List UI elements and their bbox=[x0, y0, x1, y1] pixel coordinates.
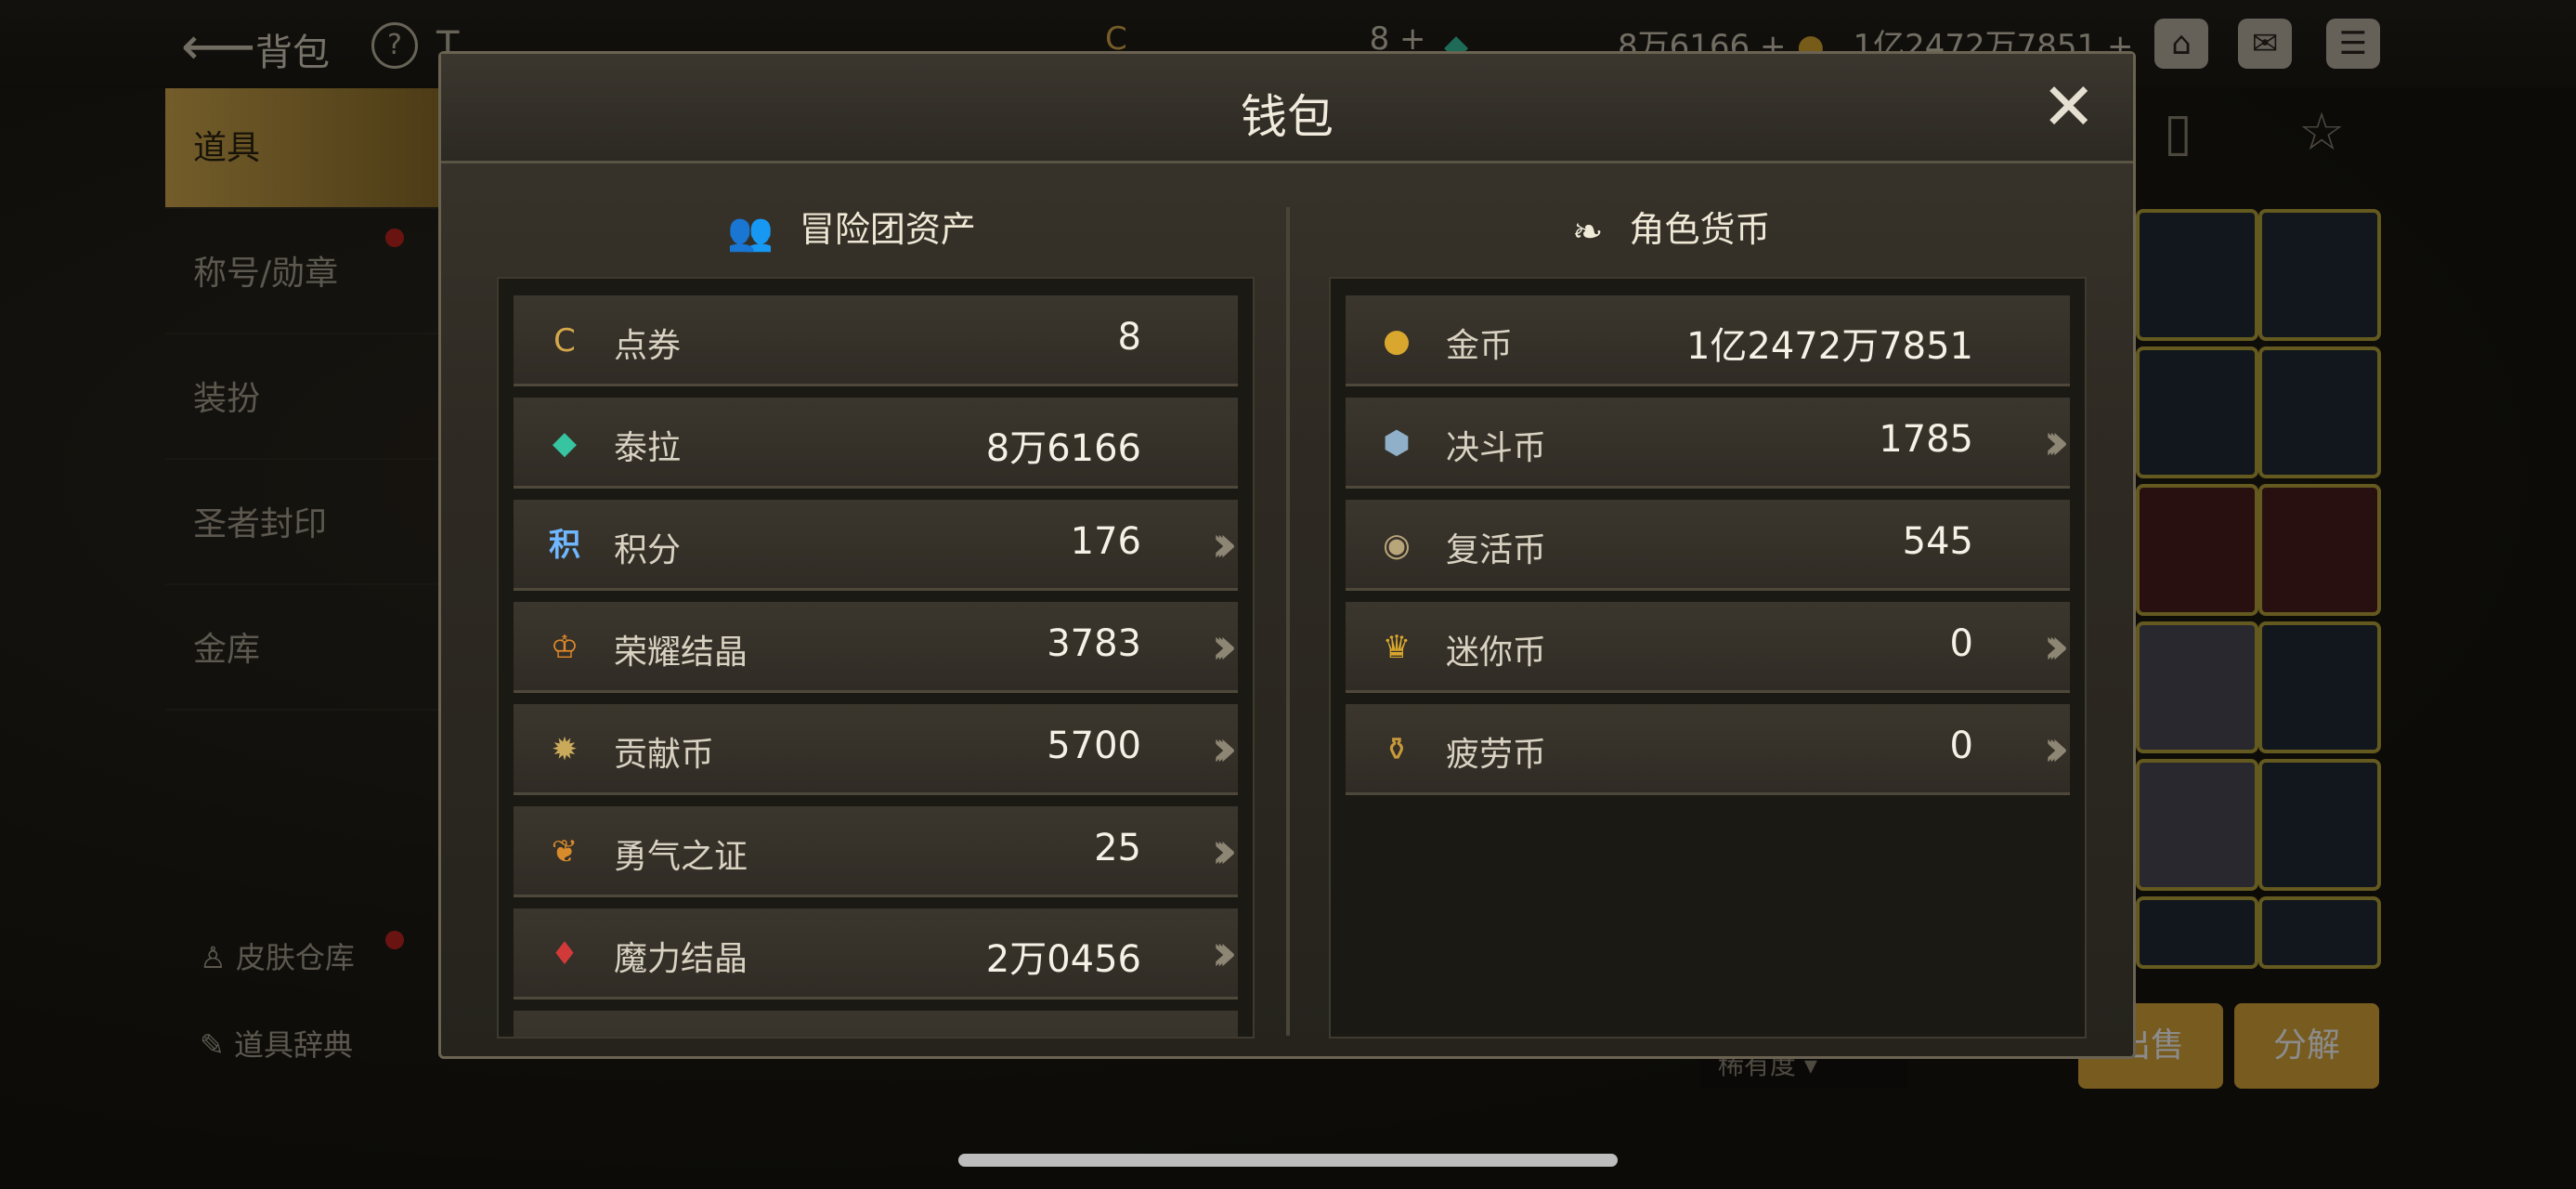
revive-coin-icon: ◉ bbox=[1383, 527, 1411, 564]
account-assets-list: C 点券 8 ◆ 泰拉 8万6166 积 积分 176 ››› ♔ 荣耀结晶 3… bbox=[497, 277, 1255, 1039]
character-currency-title: ❧ 角色货币 bbox=[1572, 201, 1771, 254]
list-item[interactable]: ♛ 迷你币 0 ››› bbox=[1346, 602, 2070, 693]
currency-label: 荣耀结晶 bbox=[614, 634, 748, 672]
currency-value: 3783 bbox=[1047, 622, 1141, 665]
chevron-right-icon[interactable]: ››› bbox=[2043, 719, 2069, 777]
list-item[interactable]: ♦ 魔力结晶 2万0456 ››› bbox=[514, 908, 1238, 1000]
currency-label: 疲劳币 bbox=[1446, 736, 1547, 774]
list-item[interactable] bbox=[514, 1011, 1238, 1037]
chevron-right-icon[interactable]: ››› bbox=[1211, 617, 1237, 675]
currency-value: 0 bbox=[1949, 725, 1973, 767]
list-item[interactable]: ⬢ 决斗币 1785 ››› bbox=[1346, 398, 2070, 489]
list-item[interactable]: C 点券 8 bbox=[514, 295, 1238, 386]
currency-label: 复活币 bbox=[1446, 531, 1547, 569]
chevron-right-icon[interactable]: ››› bbox=[2043, 617, 2069, 675]
currency-label: 点券 bbox=[614, 327, 682, 365]
contribution-coin-icon: ✹ bbox=[551, 731, 579, 768]
courage-proof-icon: ❦ bbox=[551, 833, 579, 870]
fatigue-coin-icon: ⚱ bbox=[1383, 731, 1411, 768]
chevron-right-icon[interactable]: ››› bbox=[2043, 412, 2069, 471]
wallet-modal: 钱包 ✕ 👥 冒险团资产 ❧ 角色货币 C 点券 8 ◆ 泰拉 8万6166 积 积… bbox=[438, 51, 2136, 1059]
currency-value: 1亿2472万7851 bbox=[1685, 325, 1973, 368]
chevron-right-icon[interactable]: ››› bbox=[1211, 923, 1237, 982]
currency-label: 决斗币 bbox=[1446, 429, 1547, 467]
magic-crystal-icon: ♦ bbox=[550, 935, 579, 973]
currency-label: 泰拉 bbox=[614, 429, 682, 467]
account-assets-label: 冒险团资产 bbox=[799, 209, 976, 250]
chevron-right-icon[interactable]: ››› bbox=[1211, 821, 1237, 880]
tera-gem-icon: ◆ bbox=[552, 425, 578, 462]
coupon-icon: C bbox=[553, 322, 576, 359]
currency-value: 0 bbox=[1949, 622, 1973, 665]
currency-value: 25 bbox=[1094, 827, 1141, 869]
currency-label: 积分 bbox=[614, 531, 682, 569]
list-item[interactable]: 积 积分 176 ››› bbox=[514, 500, 1238, 591]
character-currency-label: 角色货币 bbox=[1629, 209, 1771, 250]
duel-coin-icon: ⬢ bbox=[1383, 425, 1411, 462]
character-icon: ❧ bbox=[1572, 210, 1604, 254]
group-icon: 👥 bbox=[727, 211, 774, 254]
currency-value: 5700 bbox=[1047, 725, 1141, 767]
currency-label: 魔力结晶 bbox=[614, 940, 748, 978]
list-item[interactable]: ⚱ 疲劳币 0 ››› bbox=[1346, 704, 2070, 795]
column-divider bbox=[1286, 207, 1290, 1036]
currency-value: 2万0456 bbox=[985, 938, 1141, 981]
mini-coin-icon: ♛ bbox=[1382, 629, 1412, 666]
currency-label: 贡献币 bbox=[614, 736, 715, 774]
list-item[interactable]: ◉ 复活币 545 bbox=[1346, 500, 2070, 591]
currency-label: 金币 bbox=[1446, 327, 1514, 365]
list-item[interactable]: ● 金币 1亿2472万7851 bbox=[1346, 295, 2070, 386]
currency-value: 1785 bbox=[1879, 418, 1973, 461]
list-item[interactable]: ✹ 贡献币 5700 ››› bbox=[514, 704, 1238, 795]
close-icon[interactable]: ✕ bbox=[2041, 74, 2096, 139]
list-item[interactable]: ♔ 荣耀结晶 3783 ››› bbox=[514, 602, 1238, 693]
chevron-right-icon[interactable]: ››› bbox=[1211, 719, 1237, 777]
home-indicator[interactable] bbox=[958, 1154, 1618, 1167]
gold-coin-icon: ● bbox=[1383, 322, 1411, 359]
currency-value: 8 bbox=[1117, 316, 1141, 359]
account-assets-title: 👥 冒险团资产 bbox=[727, 201, 976, 254]
character-currency-list: ● 金币 1亿2472万7851 ⬢ 决斗币 1785 ››› ◉ 复活币 54… bbox=[1329, 277, 2087, 1039]
glory-crystal-icon: ♔ bbox=[550, 629, 579, 666]
currency-value: 8万6166 bbox=[985, 427, 1141, 470]
currency-value: 176 bbox=[1070, 520, 1141, 563]
currency-value: 545 bbox=[1902, 520, 1973, 563]
currency-label: 勇气之证 bbox=[614, 838, 748, 876]
chevron-right-icon[interactable]: ››› bbox=[1211, 515, 1237, 573]
currency-label: 迷你币 bbox=[1446, 634, 1547, 672]
modal-title: 钱包 bbox=[1241, 90, 1334, 144]
points-icon: 积 bbox=[549, 527, 580, 564]
list-item[interactable]: ❦ 勇气之证 25 ››› bbox=[514, 806, 1238, 897]
list-item[interactable]: ◆ 泰拉 8万6166 bbox=[514, 398, 1238, 489]
modal-header: 钱包 ✕ bbox=[441, 54, 2133, 163]
